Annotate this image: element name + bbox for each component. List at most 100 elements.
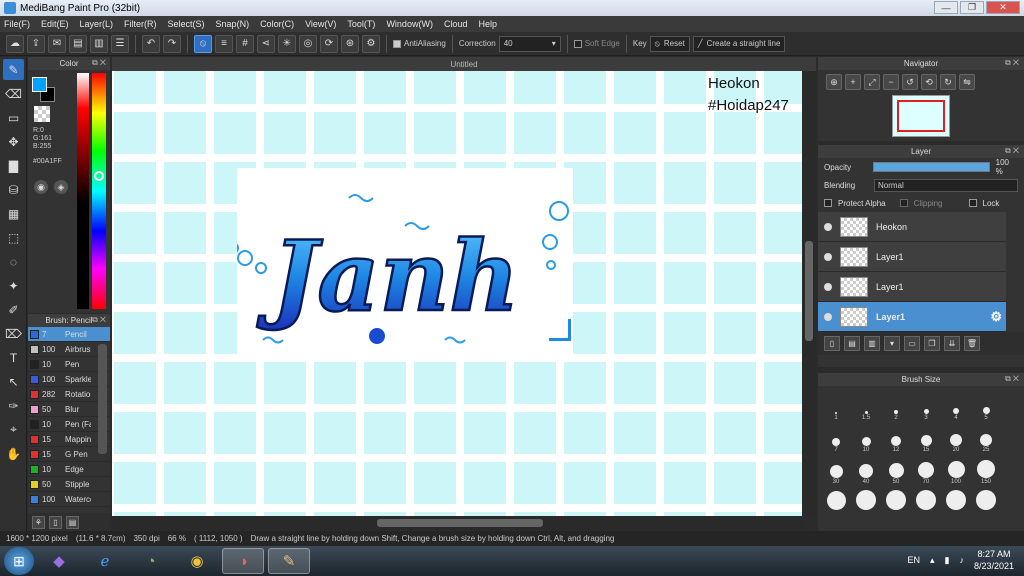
visibility-icon[interactable] [824,282,832,291]
fill-rect-tool-icon[interactable]: ▇ [3,155,24,176]
view-rectangle[interactable] [897,100,945,132]
brush-size-option[interactable]: 100 [941,456,971,486]
minimize-button[interactable]: — [934,1,958,14]
panel-menu-icon[interactable]: ⧉ ✕ [1005,58,1019,68]
brush-size-option[interactable]: 15 [911,424,941,454]
snap-settings-icon[interactable]: ⚙ [362,34,380,53]
correction-select[interactable]: 40 ▾ [498,35,561,52]
brush-size-option[interactable]: 40 [851,456,881,486]
tray-arrow-icon[interactable]: ▴ [930,555,935,566]
hand-tool-icon[interactable]: ✋ [3,443,24,464]
menu-window[interactable]: Window(W) [386,19,433,29]
dropper-tool-icon[interactable]: ⌖ [3,419,24,440]
brush-size-option[interactable]: 5 [971,392,1001,422]
brush-size-option[interactable]: 70 [911,456,941,486]
visibility-icon[interactable] [824,252,832,261]
layer-row[interactable]: Heokon [818,212,1006,242]
primary-color-swatch[interactable] [32,77,47,92]
brush-size-option[interactable]: 1 [821,392,851,422]
undo-icon[interactable]: ↶ [142,34,160,53]
navigator-thumbnail[interactable] [892,95,950,137]
layer-settings-icon[interactable]: ⚙ [990,309,1002,325]
reset-button[interactable]: ⦸ Reset [649,35,690,52]
snap-curve-icon[interactable]: ⟳ [320,34,338,53]
share-icon[interactable]: ⇪ [27,34,45,53]
zoom-out-icon[interactable]: − [883,74,899,90]
copy-layer-icon[interactable]: ❐ [924,336,940,351]
brightness-slider[interactable] [77,73,89,309]
panel-menu-icon[interactable]: ⧉ ✕ [92,315,106,325]
panel-menu-icon[interactable]: ⧉ ✕ [1005,146,1019,156]
select-tool-icon[interactable]: ⬚ [3,227,24,248]
straight-line-button[interactable]: ╱ Create a straight line [692,35,786,52]
panel-menu-icon[interactable]: ⧉ ✕ [92,58,106,68]
rotate-left-icon[interactable]: ↺ [902,74,918,90]
select-pen-tool-icon[interactable]: ✐ [3,299,24,320]
close-button[interactable]: ✕ [986,1,1020,14]
operation-tool-icon[interactable]: ↖ [3,371,24,392]
lasso-tool-icon[interactable]: ◌ [3,251,24,272]
antialiasing-checkbox[interactable] [393,39,401,48]
cloud-icon[interactable]: ☁ [6,34,24,53]
text-tool-icon[interactable]: T [3,347,24,368]
opacity-slider[interactable] [873,162,990,172]
document-icon[interactable]: ▥ [90,34,108,53]
layer-row[interactable]: Layer1 ⚙ [818,302,1006,332]
brush-size-option[interactable]: 10 [851,424,881,454]
brush-menu-icon[interactable]: ▤ [66,515,79,529]
brush-size-option[interactable] [971,488,1001,518]
hue-slider[interactable] [92,73,106,309]
brush-size-option[interactable]: 30 [821,456,851,486]
new-8bit-layer-icon[interactable]: ▥ [864,336,880,351]
brush-size-option[interactable]: 50 [881,456,911,486]
menu-select[interactable]: Select(S) [168,19,205,29]
brush-size-option[interactable]: 12 [881,424,911,454]
redo-icon[interactable]: ↷ [163,34,181,53]
chrome-icon[interactable]: ◉ [176,548,218,574]
hue-slider-knob[interactable] [94,171,104,181]
visual-studio-icon[interactable]: ◆ [38,548,80,574]
menu-file[interactable]: File(F) [4,19,30,29]
protect-alpha-checkbox[interactable] [824,199,832,207]
panel-menu-icon[interactable]: ⧉ ✕ [1005,374,1019,384]
snap-vanish-icon[interactable]: ⋖ [257,34,275,53]
snap-off-icon[interactable]: ⦸ [194,34,212,53]
brush-size-option[interactable]: 2 [881,392,911,422]
snap-parallel-icon[interactable]: ≡ [215,34,233,53]
save-icon[interactable]: ▤ [69,34,87,53]
brush-size-option[interactable] [881,488,911,518]
brush-item[interactable]: 10 Edge [28,462,110,477]
eraser-tool-icon[interactable]: ⌫ [3,83,24,104]
menu-help[interactable]: Help [478,19,497,29]
zoom-fit-icon[interactable]: ⤢ [864,74,880,90]
menu-view[interactable]: View(V) [305,19,336,29]
brush-size-option[interactable]: 1.5 [851,392,881,422]
clipping-checkbox[interactable] [899,199,908,207]
maximize-button[interactable]: ❐ [960,1,984,14]
layer-row[interactable]: Layer1 [818,242,1006,272]
lock-checkbox[interactable] [968,199,977,207]
menu-tool[interactable]: Tool(T) [347,19,375,29]
language-indicator[interactable]: EN [907,555,920,565]
snap-radial-icon[interactable]: ✳ [278,34,296,53]
move-tool-icon[interactable]: ✥ [3,131,24,152]
bucket-tool-icon[interactable]: ⛁ [3,179,24,200]
canvas-horizontal-scrollbar[interactable] [112,516,802,530]
properties-icon[interactable]: ☰ [111,34,129,53]
brush-list-scrollbar[interactable] [98,344,107,454]
snap-circle-icon[interactable]: ◎ [299,34,317,53]
folder-icon[interactable]: ▭ [904,336,920,351]
rotate-right-icon[interactable]: ↻ [940,74,956,90]
snap-grid-icon[interactable]: # [236,34,254,53]
brush-size-option[interactable]: 150 [971,456,1001,486]
eyedropper-tool-icon[interactable]: ✑ [3,395,24,416]
canvas[interactable]: Janh Heokon #Hoidap247 [112,71,802,516]
brush-size-option[interactable] [821,488,851,518]
delete-layer-icon[interactable]: 🗑 [964,336,980,351]
menu-edit[interactable]: Edit(E) [41,19,69,29]
medibang-taskbar-icon[interactable]: ◑ [222,548,264,574]
network-icon[interactable]: ▮ [945,555,950,566]
visibility-icon[interactable] [824,312,832,321]
canvas-tab[interactable]: Untitled [112,57,816,71]
add-layer-menu-icon[interactable]: ▾ [884,336,900,351]
